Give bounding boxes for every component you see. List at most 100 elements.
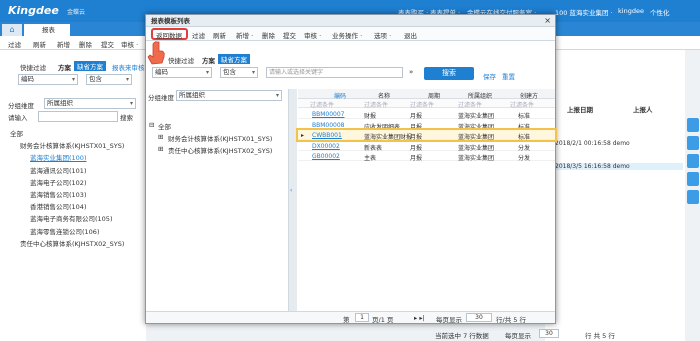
scheme-tabs: 快捷过滤 方案 缺省方案 [146,53,555,65]
bg-audit-button[interactable]: 审核 · [121,39,138,49]
submit-button[interactable]: 提交 [283,30,296,40]
table-row[interactable]: BBM00008 应收发明细表 月报 蓝海实业集团 标准 [298,120,555,131]
tree-node-responsibility[interactable]: 责任中心核算体系(KJHSTX02_SYS) [168,145,272,155]
filter-cell[interactable]: 过滤条件 [410,100,434,109]
side-tool-3-icon[interactable] [687,154,699,168]
bg-dimension-label: 分组维度 [8,102,34,110]
bg-tree-node[interactable]: 蓝海零售连锁公司(106) [30,226,99,236]
search-button[interactable]: 搜索 [424,67,474,80]
cell-code[interactable]: CWBB001 [312,132,342,139]
bg-tree-node[interactable]: 蓝海通讯公司(101) [30,165,86,175]
dialog-title-bar: 报表模板列表 × [146,15,555,27]
bg-tree-node[interactable]: 全部 [10,128,23,138]
expand-icon[interactable]: » [409,68,413,76]
page-size-label: 每页显示 [436,316,462,324]
nav-next-icon[interactable]: ▸ ▸| [414,314,425,322]
default-scheme-tab[interactable]: 缺省方案 [218,54,250,64]
cell-code[interactable]: BBM00007 [312,111,345,118]
delete-button[interactable]: 删除 [262,30,275,40]
bg-col-date: 上报日期 [567,106,593,114]
quick-filter-tab[interactable]: 快捷过滤 [168,55,194,65]
dialog-title: 报表模板列表 [151,17,190,25]
return-data-button[interactable]: 返回数据 [156,30,182,40]
page-input[interactable]: 1 [355,313,369,322]
tree-toggle-icon[interactable]: ⊞ [158,145,163,153]
pager-total: 行/共 5 行 [496,316,526,324]
bg-search-button[interactable]: 搜索 [120,112,133,122]
business-ops-button[interactable]: 业务操作 · [332,30,362,40]
bg-total: 行 共 5 行 [585,332,615,340]
tree-toggle-icon[interactable]: ⊟ [149,121,154,129]
field-select[interactable]: 编码 [152,67,212,78]
filter-cell[interactable]: 过滤条件 [310,100,334,109]
filter-button[interactable]: 过滤 [192,30,205,40]
side-tool-2-icon[interactable] [687,136,699,150]
bg-tree-node[interactable]: 财务会计核算体系(KJHSTX01_SYS) [20,140,124,150]
grid-filter-row: 过滤条件 过滤条件 过滤条件 过滤条件 过滤条件 [298,99,555,109]
keyword-input[interactable]: 请输入或选择关键字 [266,67,403,78]
tree-node-all[interactable]: 全部 [158,121,171,131]
tab-report[interactable]: 报表 [24,24,70,36]
side-tool-4-icon[interactable] [687,172,699,186]
operator-select[interactable]: 包含 [220,67,258,78]
bg-dimension-select[interactable]: 所属组织 [44,98,136,109]
table-row[interactable]: GB00002 主表 月报 蓝海实业集团 分发 [298,151,555,162]
bg-status: 当前选中 7 行数据 [435,332,489,340]
table-row[interactable]: BBM00007 财报 月报 蓝海实业集团 标准 [298,109,555,120]
bg-tree-node[interactable]: 责任中心核算体系(KJHSTX02_SYS) [20,238,124,248]
refresh-button[interactable]: 刷新 [213,30,226,40]
filter-cell[interactable]: 过滤条件 [458,100,482,109]
nav-user[interactable]: kingdee [618,7,644,15]
bg-submit-button[interactable]: 提交 [101,39,114,49]
dimension-select[interactable]: 所属组织 [176,90,282,101]
cell-code[interactable]: GB00002 [312,153,340,160]
bg-field-select[interactable]: 编码 [18,74,78,85]
bg-refresh-button[interactable]: 刷新 [33,39,46,49]
template-grid: 编码 名称 周期 所属组织 创建方 过滤条件 过滤条件 过滤条件 过滤条件 过滤… [296,89,557,311]
pager-first-label: 第 [343,316,350,324]
tree-toggle-icon[interactable]: ⊞ [158,133,163,141]
save-link[interactable]: 保存 [483,71,496,81]
table-row[interactable]: ▸ CWBB001 蓝海实业集团财报 月报 蓝海实业集团 标准 [296,128,557,142]
bg-tree-node[interactable]: 蓝海电子公司(102) [30,177,86,187]
bg-tree-node[interactable]: 蓝海实业集团(100) [30,152,86,162]
bg-default-scheme[interactable]: 缺省方案 [74,61,106,71]
nav-personalize[interactable]: 个性化 [650,7,670,17]
tree-node-finance[interactable]: 财务会计核算体系(KJHSTX01_SYS) [168,133,272,143]
collapse-icon[interactable]: ‹ [290,187,292,194]
bg-delete-button[interactable]: 删除 [79,39,92,49]
bg-page-size[interactable]: 30 [539,329,559,338]
bg-tree-node[interactable]: 香港销售公司(104) [30,201,86,211]
org-tree-panel: 分组维度 所属组织 ⊟ 全部 ⊞ 财务会计核算体系(KJHSTX01_SYS) … [146,89,289,311]
scheme-label: 方案 [202,57,215,65]
bg-quick-filter[interactable]: 快捷过滤 [20,62,46,72]
cell-code[interactable]: DX00002 [312,143,340,150]
dimension-label: 分组维度 [148,94,174,102]
side-tool-1-icon[interactable] [687,118,699,132]
add-button[interactable]: 新增 · [236,30,253,40]
filter-cell[interactable]: 过滤条件 [364,100,388,109]
table-row[interactable]: DX00002 新表表 月报 蓝海实业集团 分发 [298,141,555,152]
home-tab-icon[interactable]: ⌂ [2,24,22,36]
cell-code[interactable]: BBM00008 [312,122,345,129]
reset-link[interactable]: 重置 [502,71,515,81]
bg-tree-node[interactable]: 蓝海销售公司(103) [30,189,86,199]
cell-org: 蓝海实业集团 [458,155,495,162]
exit-button[interactable]: 退出 [404,30,417,40]
bg-op-select[interactable]: 包含 [86,74,132,85]
page-size-select[interactable]: 30 [466,313,492,322]
bg-report-hint[interactable]: 报表来审核 [112,62,145,72]
nav-org[interactable]: 100 蓝海实业集团 · [555,7,613,17]
filter-cell[interactable]: 过滤条件 [510,100,534,109]
bg-search-input[interactable] [38,111,118,122]
bg-filter-button[interactable]: 过滤 [8,39,21,49]
bg-tree-node[interactable]: 蓝海电子商务有限公司(105) [30,213,112,223]
side-tool-5-icon[interactable] [687,190,699,204]
close-icon[interactable]: × [544,15,551,27]
grid-header: 编码 名称 周期 所属组织 创建方 [298,89,555,100]
audit-button[interactable]: 审核 · [304,30,321,40]
cell-period: 月报 [410,155,423,162]
panel-splitter[interactable]: ‹ [289,89,297,311]
bg-add-button[interactable]: 新增 [57,39,70,49]
options-button[interactable]: 选项 · [374,30,391,40]
